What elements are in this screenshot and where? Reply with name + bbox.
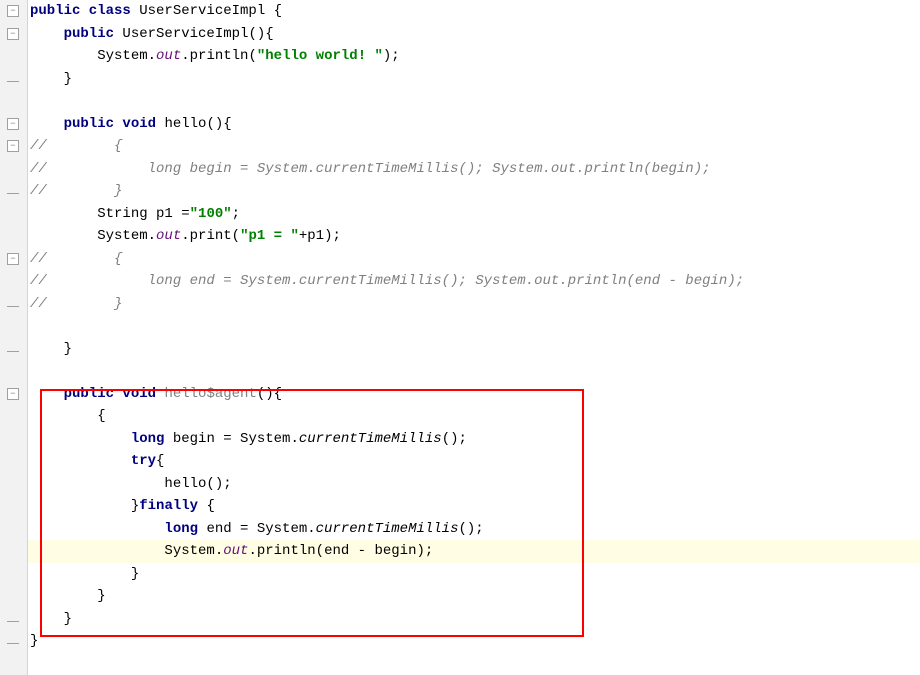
- code-token: // long begin = System.currentTimeMillis…: [30, 161, 711, 177]
- code-token: {: [97, 408, 105, 424]
- fold-end-icon[interactable]: [6, 634, 20, 648]
- fold-collapse-icon[interactable]: −: [6, 117, 20, 131]
- code-token: public void: [64, 116, 165, 132]
- code-line[interactable]: [30, 315, 920, 338]
- code-token: System.: [164, 543, 223, 559]
- code-line[interactable]: // {: [30, 135, 920, 158]
- code-token: // {: [30, 251, 122, 267]
- code-token: String p1 =: [97, 206, 189, 222]
- code-token: // {: [30, 138, 122, 154]
- code-token: "p1 = ": [240, 228, 299, 244]
- code-token: .println(end - begin);: [248, 543, 433, 559]
- code-token: (){: [248, 26, 273, 42]
- code-line[interactable]: public void hello(){: [30, 113, 920, 136]
- code-line[interactable]: }: [30, 563, 920, 586]
- code-line[interactable]: long begin = System.currentTimeMillis();: [30, 428, 920, 451]
- fold-end-icon[interactable]: [6, 342, 20, 356]
- code-token: out: [156, 48, 181, 64]
- code-line[interactable]: // }: [30, 293, 920, 316]
- code-token: try: [131, 453, 156, 469]
- fold-collapse-icon[interactable]: −: [6, 27, 20, 41]
- code-line[interactable]: [30, 90, 920, 113]
- code-token: out: [223, 543, 248, 559]
- code-line[interactable]: }: [30, 608, 920, 631]
- code-token: System.: [97, 228, 156, 244]
- code-line[interactable]: public UserServiceImpl(){: [30, 23, 920, 46]
- code-line[interactable]: System.out.println(end - begin);: [30, 540, 920, 563]
- gutter: − − − − − −: [0, 0, 28, 675]
- code-token: long: [164, 521, 206, 537]
- code-token: .println(: [181, 48, 257, 64]
- code-line[interactable]: // long begin = System.currentTimeMillis…: [30, 158, 920, 181]
- code-token: {: [156, 453, 164, 469]
- code-token: }: [97, 588, 105, 604]
- code-token: ();: [458, 521, 483, 537]
- code-token: System.: [97, 48, 156, 64]
- code-token: }: [131, 498, 139, 514]
- code-token: ;: [232, 206, 240, 222]
- code-token: "hello world! ": [257, 48, 383, 64]
- code-line[interactable]: }: [30, 68, 920, 91]
- code-line[interactable]: public class UserServiceImpl {: [30, 0, 920, 23]
- code-token: finally: [139, 498, 206, 514]
- code-token: currentTimeMillis: [299, 431, 442, 447]
- code-line[interactable]: }: [30, 338, 920, 361]
- code-token: hello: [164, 116, 206, 132]
- code-line[interactable]: hello();: [30, 473, 920, 496]
- code-token: }: [64, 611, 72, 627]
- code-line[interactable]: [30, 360, 920, 383]
- code-line[interactable]: try{: [30, 450, 920, 473]
- code-token: currentTimeMillis: [316, 521, 459, 537]
- fold-collapse-icon[interactable]: −: [6, 139, 20, 153]
- code-line[interactable]: // }: [30, 180, 920, 203]
- code-token: hello$agent: [164, 386, 256, 402]
- code-token: hello();: [164, 476, 231, 492]
- fold-collapse-icon[interactable]: −: [6, 387, 20, 401]
- code-token: // long end = System.currentTimeMillis()…: [30, 273, 744, 289]
- code-token: public class: [30, 3, 139, 19]
- code-token: begin = System.: [173, 431, 299, 447]
- fold-end-icon[interactable]: [6, 297, 20, 311]
- code-line[interactable]: }: [30, 585, 920, 608]
- code-token: (){: [257, 386, 282, 402]
- code-token: // }: [30, 296, 122, 312]
- code-line[interactable]: System.out.println("hello world! ");: [30, 45, 920, 68]
- code-token: }: [131, 566, 139, 582]
- code-token: .print(: [181, 228, 240, 244]
- code-token: {: [206, 498, 214, 514]
- code-token: ();: [442, 431, 467, 447]
- code-token: );: [383, 48, 400, 64]
- fold-collapse-icon[interactable]: −: [6, 252, 20, 266]
- code-line[interactable]: long end = System.currentTimeMillis();: [30, 518, 920, 541]
- code-token: UserServiceImpl: [122, 26, 248, 42]
- code-token: }: [64, 71, 72, 87]
- code-line[interactable]: {: [30, 405, 920, 428]
- fold-end-icon[interactable]: [6, 612, 20, 626]
- code-token: public void: [64, 386, 165, 402]
- code-token: UserServiceImpl {: [139, 3, 282, 19]
- code-line[interactable]: public void hello$agent(){: [30, 383, 920, 406]
- fold-end-icon[interactable]: [6, 72, 20, 86]
- code-line[interactable]: // long end = System.currentTimeMillis()…: [30, 270, 920, 293]
- code-line[interactable]: // {: [30, 248, 920, 271]
- fold-end-icon[interactable]: [6, 184, 20, 198]
- code-token: long: [131, 431, 173, 447]
- code-token: +p1);: [299, 228, 341, 244]
- code-token: public: [64, 26, 123, 42]
- code-token: end = System.: [206, 521, 315, 537]
- code-token: // }: [30, 183, 122, 199]
- code-editor[interactable]: public class UserServiceImpl { public Us…: [28, 0, 920, 675]
- code-line[interactable]: System.out.print("p1 = "+p1);: [30, 225, 920, 248]
- code-line[interactable]: String p1 ="100";: [30, 203, 920, 226]
- code-token: }: [30, 633, 38, 649]
- code-token: out: [156, 228, 181, 244]
- code-line[interactable]: }finally {: [30, 495, 920, 518]
- code-token: }: [64, 341, 72, 357]
- code-token: (){: [206, 116, 231, 132]
- fold-collapse-icon[interactable]: −: [6, 4, 20, 18]
- code-line[interactable]: }: [30, 630, 920, 653]
- code-token: "100": [190, 206, 232, 222]
